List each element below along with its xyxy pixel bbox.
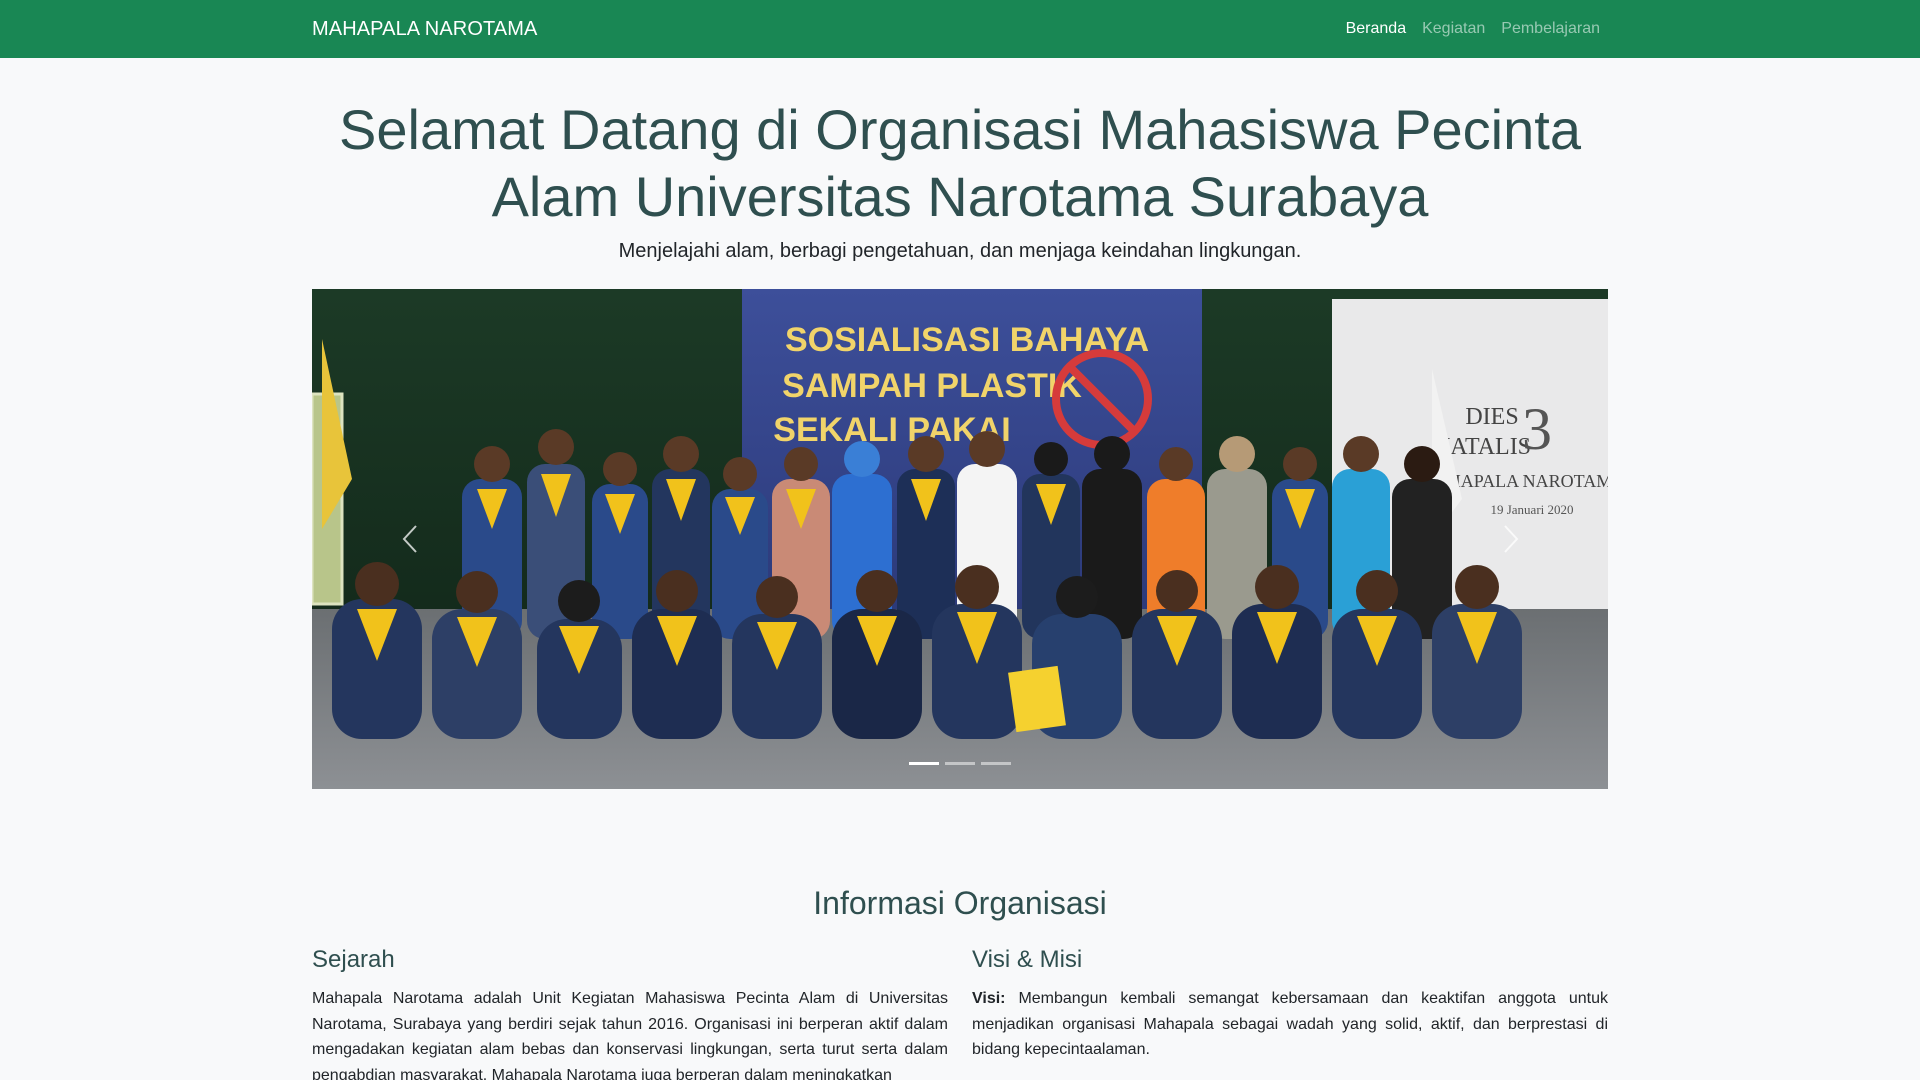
nav-link-kegiatan[interactable]: Kegiatan: [1414, 12, 1493, 46]
visi-text: Membangun kembali semangat kebersamaan d…: [972, 990, 1608, 1059]
photo-carousel[interactable]: SOSIALISASI BAHAYA SAMPAH PLASTIK SEKALI…: [312, 289, 1608, 789]
main-container: Selamat Datang di Organisasi Mahasiswa P…: [312, 58, 1608, 1080]
banner-line-2: SAMPAH PLASTIK: [782, 367, 1082, 405]
carousel-next-button[interactable]: [1413, 289, 1608, 789]
chevron-right-icon: [1503, 525, 1518, 553]
sejarah-text: Mahapala Narotama adalah Unit Kegiatan M…: [312, 990, 948, 1080]
brand-link[interactable]: MAHAPALA NAROTAMA: [312, 18, 537, 41]
nav-link-pembelajaran[interactable]: Pembelajaran: [1493, 12, 1608, 46]
navbar: MAHAPALA NAROTAMA Beranda Kegiatan Pembe…: [0, 0, 1920, 58]
sejarah-column: Sejarah Mahapala Narotama adalah Unit Ke…: [312, 946, 948, 1080]
carousel-prev-button[interactable]: [312, 289, 507, 789]
yellow-folder: [1008, 665, 1066, 733]
sejarah-heading: Sejarah: [312, 946, 395, 973]
navbar-inner: MAHAPALA NAROTAMA Beranda Kegiatan Pembe…: [312, 12, 1608, 46]
visi-misi-heading: Visi & Misi: [972, 946, 1083, 973]
carousel-indicator-2[interactable]: [945, 762, 975, 765]
info-section-title: Informasi Organisasi: [813, 885, 1107, 921]
hero-subtitle: Menjelajahi alam, berbagi pengetahuan, d…: [618, 240, 1302, 262]
visi-label: Visi:: [972, 990, 1006, 1007]
carousel-indicator-3[interactable]: [981, 762, 1011, 765]
info-columns: Sejarah Mahapala Narotama adalah Unit Ke…: [312, 946, 1608, 1080]
chevron-left-icon: [402, 525, 417, 553]
carousel-indicator-1[interactable]: [909, 762, 939, 765]
hero-title: Selamat Datang di Organisasi Mahasiswa P…: [339, 98, 1581, 228]
visi-misi-column: Visi & Misi Visi: Membangun kembali sema…: [972, 946, 1608, 1080]
carousel-indicators: [312, 762, 1608, 765]
visi-paragraph: Visi: Membangun kembali semangat kebersa…: [972, 986, 1608, 1063]
hero: Selamat Datang di Organisasi Mahasiswa P…: [312, 58, 1608, 263]
nav-link-beranda[interactable]: Beranda: [1338, 12, 1415, 46]
nav-links: Beranda Kegiatan Pembelajaran: [1338, 12, 1608, 46]
